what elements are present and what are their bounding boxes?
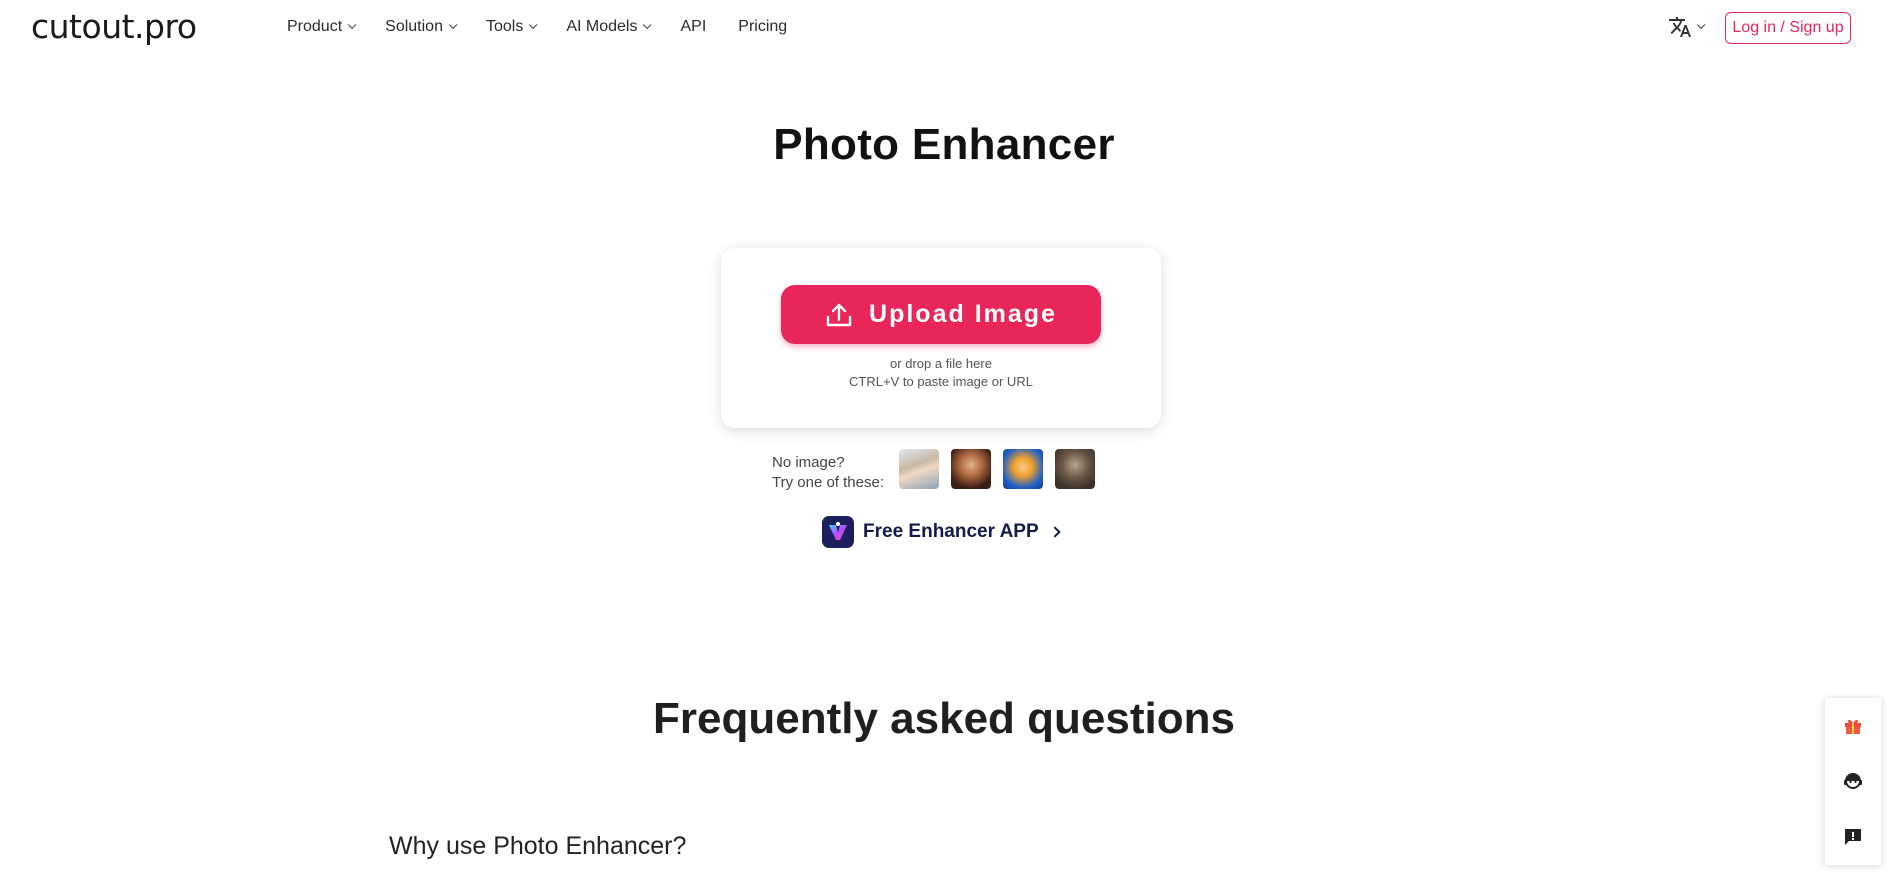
feedback-icon <box>1845 829 1861 846</box>
samples-label-line2: Try one of these: <box>772 474 885 491</box>
enhancer-app-icon <box>822 516 854 548</box>
nav-ai-models-label: AI Models <box>566 18 638 35</box>
sample-thumb-vintage[interactable] <box>1055 449 1096 489</box>
samples-label-line1: No image? <box>772 454 845 471</box>
drop-hint: or drop a file here CTRL+V to paste imag… <box>721 355 1161 391</box>
page-title: Photo Enhancer <box>773 120 1115 169</box>
chevron-down-icon <box>1696 20 1706 30</box>
sample-thumb-anime[interactable] <box>1003 449 1044 489</box>
nav-product-label: Product <box>287 18 343 35</box>
nav-pricing[interactable]: Pricing <box>738 18 787 36</box>
free-enhancer-app-link[interactable]: Free Enhancer APP <box>822 516 1061 548</box>
site-header: cutout.pro Product Solution Tools AI Mod… <box>0 0 1888 56</box>
samples-label: No image? Try one of these: <box>772 453 884 493</box>
nav-tools[interactable]: Tools <box>485 18 538 36</box>
app-link-label: Free Enhancer APP <box>863 521 1039 542</box>
support-button[interactable] <box>1838 766 1868 796</box>
gift-button[interactable] <box>1838 711 1868 741</box>
nav-solution[interactable]: Solution <box>385 18 458 36</box>
floating-side-panel <box>1825 698 1881 865</box>
nav-tools-label: Tools <box>485 18 524 35</box>
nav-ai-models[interactable]: AI Models <box>566 18 652 36</box>
sample-images: No image? Try one of these: <box>772 449 1107 493</box>
faq-question[interactable]: Why use Photo Enhancer? <box>389 832 686 861</box>
chevron-down-icon <box>643 20 652 30</box>
chevron-down-icon <box>448 20 458 30</box>
chevron-down-icon <box>529 20 538 30</box>
nav-product[interactable]: Product <box>287 18 357 36</box>
chevron-right-icon <box>1048 526 1061 538</box>
upload-icon <box>826 303 852 326</box>
upload-card[interactable]: Upload Image or drop a file here CTRL+V … <box>721 248 1161 428</box>
language-selector[interactable] <box>1668 15 1706 39</box>
drop-hint-line1: or drop a file here <box>890 356 992 371</box>
login-signup-button[interactable]: Log in / Sign up <box>1725 12 1851 44</box>
feedback-button[interactable] <box>1838 822 1868 852</box>
drop-hint-line2: CTRL+V to paste image or URL <box>849 374 1033 389</box>
nav-solution-label: Solution <box>385 18 443 35</box>
nav-api[interactable]: API <box>680 18 706 36</box>
gift-icon <box>1845 719 1861 734</box>
main-nav: Product Solution Tools AI Models API Pri… <box>287 18 819 36</box>
upload-image-button[interactable]: Upload Image <box>781 285 1101 344</box>
upload-button-label: Upload Image <box>869 300 1057 328</box>
faq-title: Frequently asked questions <box>653 694 1235 743</box>
support-agent-icon <box>1844 773 1862 790</box>
nav-pricing-label: Pricing <box>738 18 788 35</box>
chevron-down-icon <box>348 20 357 30</box>
sample-thumb-girl[interactable] <box>899 449 940 489</box>
sample-thumb-woman[interactable] <box>951 449 992 489</box>
nav-api-label: API <box>680 18 707 35</box>
logo[interactable]: cutout.pro <box>31 7 197 46</box>
translate-icon <box>1669 17 1691 37</box>
